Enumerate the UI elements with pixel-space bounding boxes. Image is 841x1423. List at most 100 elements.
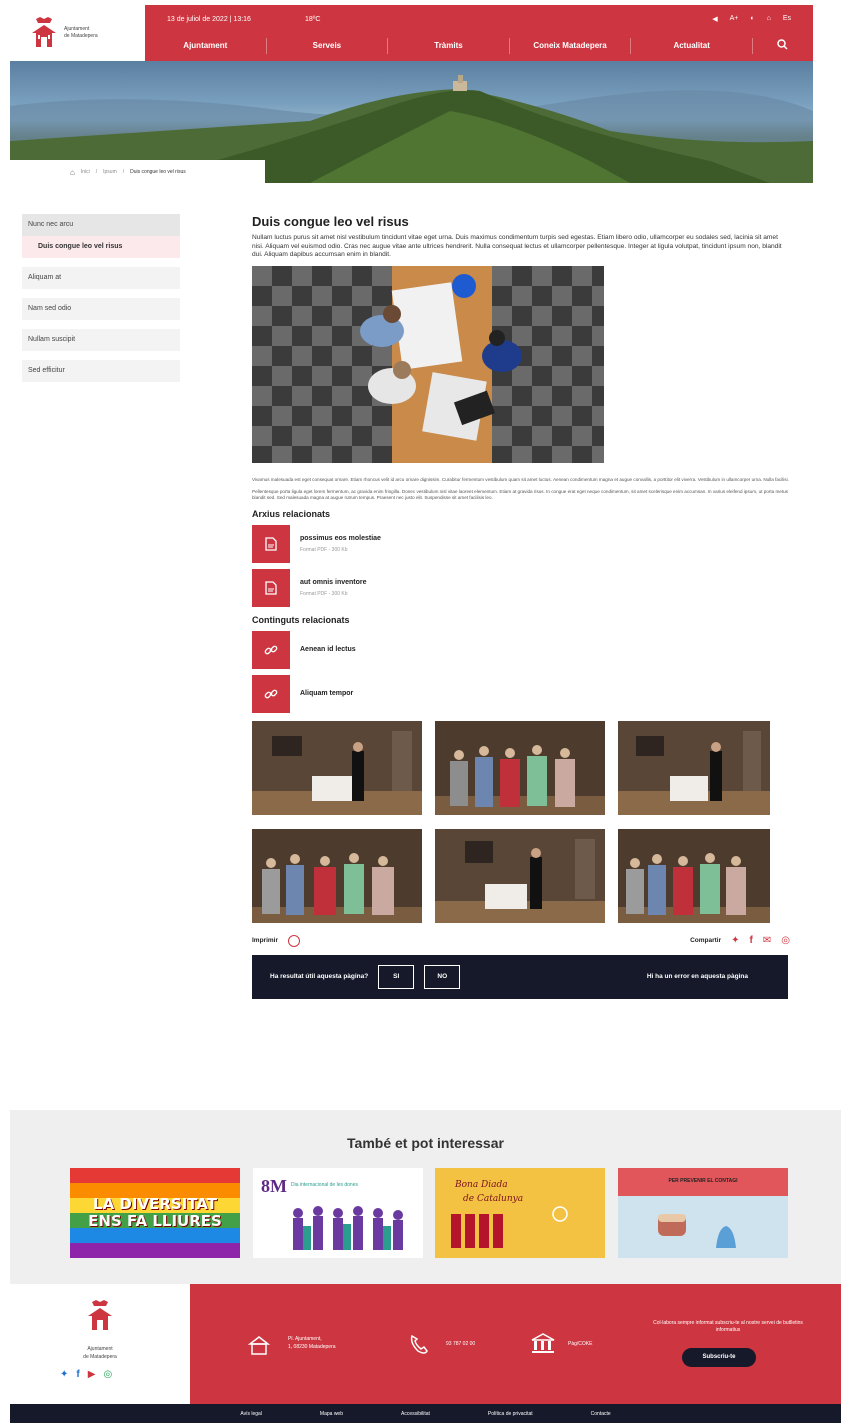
nav-tramits[interactable]: Tràmits (388, 38, 510, 54)
town-hall-icon (248, 1336, 270, 1355)
also-interesting-section: També et pot interessar LA DIVERSITAT EN… (10, 1110, 841, 1284)
file-name[interactable]: aut omnis inventore (300, 579, 367, 586)
sidebar-item[interactable]: Aliquam at (22, 267, 180, 289)
promo-8m-banner[interactable]: 8M Dia internacional de les dones (253, 1168, 423, 1258)
whatsapp-icon[interactable]: ◎ (781, 935, 790, 946)
meeting-illustration (252, 265, 604, 463)
print-icon[interactable] (288, 934, 301, 947)
main-nav: Ajuntament Serveis Tràmits Coneix Matade… (145, 38, 813, 54)
document-glyph (265, 580, 277, 595)
photo-gallery (252, 720, 790, 923)
contrast-icon[interactable]: ◐ (750, 15, 754, 23)
nav-actualitat[interactable]: Actualitat (631, 38, 753, 54)
phone-icon (410, 1334, 428, 1354)
language-select[interactable]: Es (783, 15, 791, 23)
promo-diversity-banner[interactable]: LA DIVERSITAT ENS FA LLIURES (70, 1168, 240, 1258)
print-share-row: Imprimir Compartir ✦ f ✉ ◎ (252, 933, 790, 949)
intro-paragraph: Nullam luctus purus sit amet nisl vestib… (252, 234, 782, 258)
footer-contact-bar: Pl. Ajuntament, 1, 08230 Matadepera 93 7… (190, 1284, 841, 1404)
subscribe-button[interactable]: Subscriu-te (682, 1348, 756, 1367)
content-item[interactable]: Aliquam tempor (252, 674, 790, 713)
promo-line-2: ENS FA LLIURES (88, 1212, 222, 1230)
event-photo-illustration (618, 720, 770, 815)
facebook-icon[interactable]: f (76, 1369, 79, 1380)
search-glyph (777, 39, 788, 50)
nav-coneix-matadepera[interactable]: Coneix Matadepera (510, 38, 632, 54)
crest-icon (88, 1300, 112, 1330)
feedback-no-button[interactable]: NO (424, 964, 461, 989)
footer-logo-area: Ajuntament de Matadepera ✦ f ▶ ◎ (10, 1284, 190, 1404)
meeting-photo (252, 265, 604, 463)
sidebar-item[interactable]: Nullam suscipit (22, 329, 180, 351)
footer-address-2: 1, 08230 Matadepera (288, 1344, 336, 1350)
main-content: Duis congue leo vel risus Nullam luctus … (252, 214, 790, 999)
header: Ajuntament de Matadepera 13 de juliol de… (0, 0, 841, 61)
feedback-yes-button[interactable]: SI (378, 964, 415, 989)
home-icon[interactable]: ⌂ (70, 168, 75, 177)
file-meta: Format PDF - 300 Kb (300, 590, 348, 597)
nav-ajuntament[interactable]: Ajuntament (145, 38, 267, 54)
senyera-illustration (451, 1206, 568, 1248)
promo-text: LA DIVERSITAT ENS FA LLIURES (70, 1196, 240, 1230)
footer-link[interactable]: Contacte (591, 1411, 611, 1417)
breadcrumb-item[interactable]: Inici (81, 169, 90, 175)
top-red-bar: 13 de juliol de 2022 | 13:16 18ºC ◀ A+ ◐… (145, 5, 813, 61)
font-size-icon[interactable]: A+ (730, 15, 739, 23)
link-glyph (264, 645, 278, 654)
breadcrumb-current: Duis congue leo vel risus (130, 169, 186, 175)
search-icon[interactable] (753, 38, 813, 54)
twitter-icon[interactable]: ✦ (60, 1369, 68, 1380)
file-icon (252, 524, 290, 563)
gallery-photo[interactable] (252, 828, 422, 923)
audio-icon[interactable]: ◀ (712, 15, 717, 23)
content-link[interactable]: Aliquam tempor (300, 690, 353, 697)
gallery-photo[interactable] (435, 720, 605, 815)
file-item[interactable]: aut omnis inventore Format PDF - 300 Kb (252, 568, 790, 607)
share-label: Compartir (690, 937, 722, 944)
footer-link[interactable]: Mapa web (320, 1411, 343, 1417)
site-logo[interactable]: Ajuntament de Matadepera (10, 5, 145, 61)
footer-link[interactable]: Accessibilitat (401, 1411, 430, 1417)
nav-serveis[interactable]: Serveis (267, 38, 389, 54)
event-photo-illustration (435, 828, 605, 923)
breadcrumb-item[interactable]: Ipsum (103, 169, 117, 175)
sidebar-item[interactable]: Nunc nec arcu (22, 214, 180, 236)
sidebar-item[interactable]: Sed efficitur (22, 360, 180, 382)
file-item[interactable]: possimus eos molestiae Format PDF - 300 … (252, 524, 790, 563)
footer-address-1: Pl. Ajuntament, (288, 1336, 322, 1342)
footer-link[interactable]: Avís legal (240, 1411, 262, 1417)
print-label[interactable]: Imprimir (252, 937, 278, 944)
promo-line-1: LA DIVERSITAT (93, 1195, 217, 1213)
promo-diada-banner[interactable]: Bona Diada de Catalunya (435, 1168, 605, 1258)
link-glyph (264, 689, 278, 698)
gallery-photo[interactable] (618, 828, 770, 923)
link-icon (252, 674, 290, 713)
gallery-photo[interactable] (618, 720, 770, 815)
footer-legal-links: Avís legal Mapa web Accessibilitat Polít… (10, 1404, 841, 1423)
sidebar-item[interactable]: Nam sed odio (22, 298, 180, 320)
facebook-icon[interactable]: f (750, 935, 753, 946)
footer-link[interactable]: Política de privacitat (488, 1411, 533, 1417)
event-photo-illustration (435, 720, 605, 815)
youtube-icon[interactable]: ▶ (88, 1369, 96, 1380)
sidebar-menu: Nunc nec arcu Duis congue leo vel risus … (22, 214, 180, 391)
gallery-photo[interactable] (252, 720, 422, 815)
hand-soap-illustration (658, 1214, 736, 1248)
sidebar-subitem-active[interactable]: Duis congue leo vel risus (22, 236, 180, 258)
content-item[interactable]: Aenean id lectus (252, 630, 790, 669)
gallery-photo[interactable] (435, 828, 605, 923)
report-error-link[interactable]: Hi ha un error en aquesta pàgina (647, 973, 748, 980)
email-icon[interactable]: ✉ (763, 935, 771, 946)
logo-line-2: de Matadepera (64, 33, 98, 39)
promo-covid-banner[interactable]: PER PREVENIR EL CONTAGI (618, 1168, 788, 1258)
home-icon[interactable]: ⌂ (767, 15, 771, 23)
file-name[interactable]: possimus eos molestiae (300, 535, 381, 542)
twitter-icon[interactable]: ✦ (731, 935, 739, 946)
breadcrumb-separator: / (95, 169, 98, 175)
temperature: 18ºC (305, 16, 321, 23)
footer-phone[interactable]: 93 787 02 00 (446, 1341, 475, 1347)
footer-bank[interactable]: Pàg/COKE (568, 1341, 592, 1347)
section-heading: També et pot interessar (347, 1135, 504, 1151)
whatsapp-icon[interactable]: ◎ (103, 1369, 112, 1380)
content-link[interactable]: Aenean id lectus (300, 646, 356, 653)
